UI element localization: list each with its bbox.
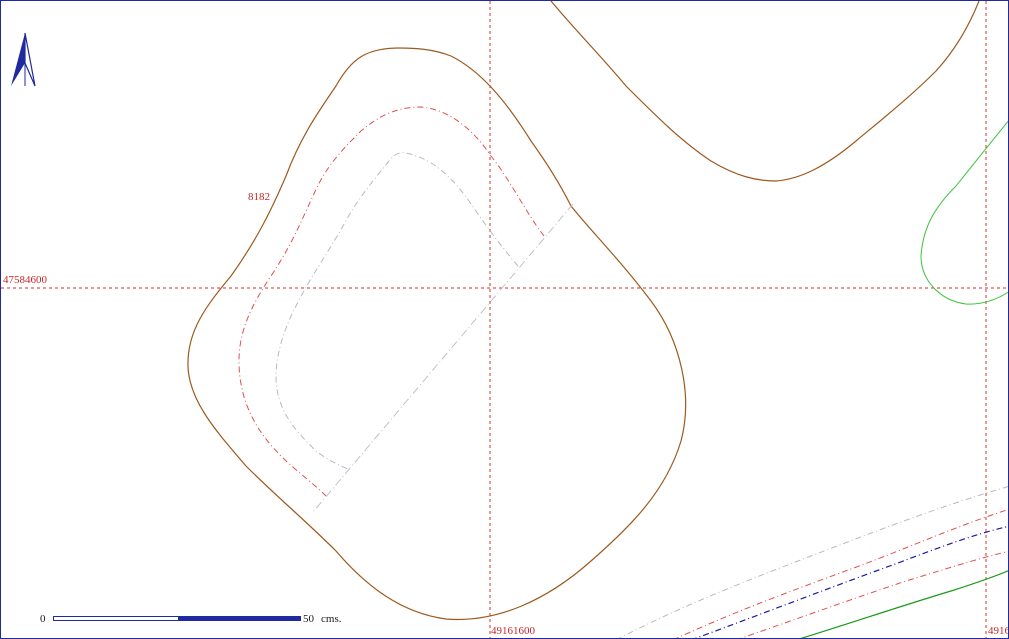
scale-end-label: 50 [303,613,314,625]
map-svg[interactable] [1,1,1009,639]
grid-label-x-center: 49161600 [491,625,535,637]
contour-right-green [920,120,1008,305]
contour-top-right-brown [550,1,980,182]
map-canvas[interactable]: 47584600 49161600 4916 8182 0 50 cms. [0,0,1009,639]
grid-label-x-right: 4916 [988,625,1009,637]
grid-label-y: 47584600 [3,274,47,286]
contour-chord-grey [312,203,574,513]
north-arrow-icon [11,32,36,87]
contour-inner-red [238,106,545,497]
contour-bottom-blue [694,525,1008,638]
contour-bottom-red-2 [740,550,1008,638]
contour-bottom-grey [618,486,1008,638]
contour-bottom-darkgreen [800,570,1008,638]
scale-unit-label: cms. [321,613,342,625]
contour-label: 8182 [248,191,270,203]
scale-start-label: 0 [40,613,46,625]
contour-bottom-red-1 [676,509,1008,638]
contour-outer-brown [187,47,687,621]
contour-innermost-grey [275,152,519,470]
scale-bar [53,616,301,621]
scale-bar-fill [178,617,300,620]
